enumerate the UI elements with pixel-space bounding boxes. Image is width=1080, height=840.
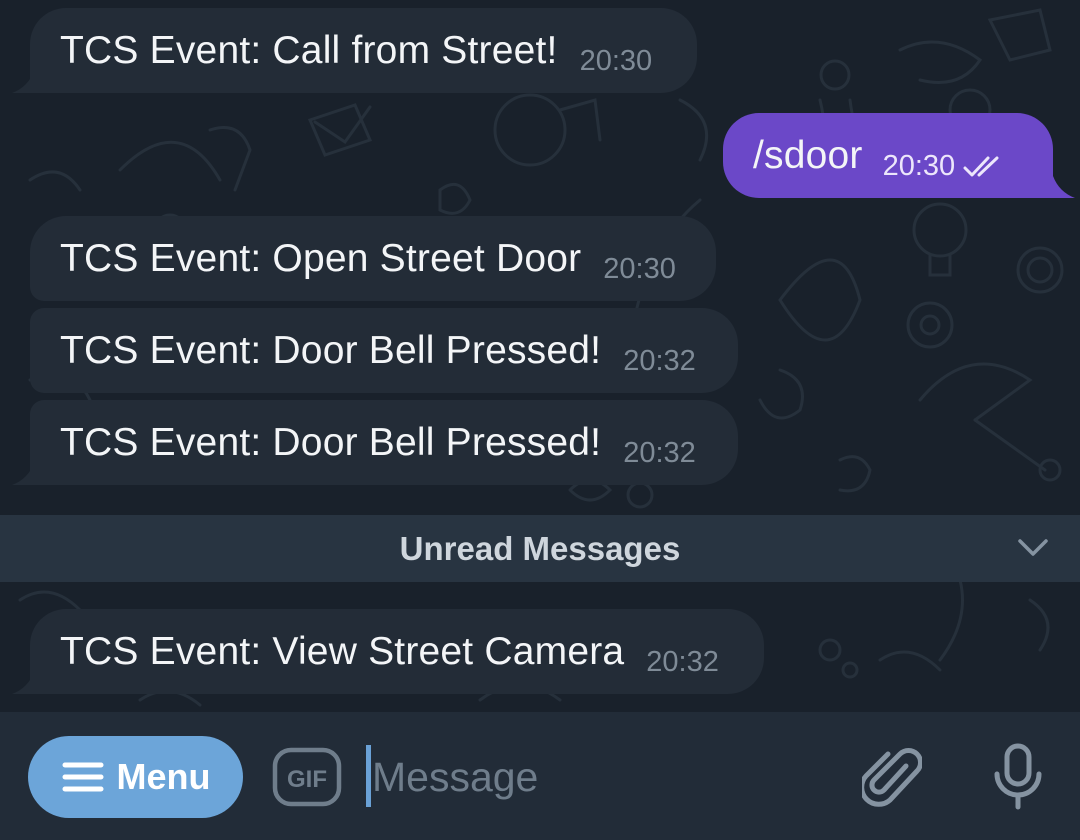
message-time: 20:30 [579, 45, 653, 77]
message-time: 20:30 [882, 150, 956, 182]
message-input[interactable] [372, 748, 832, 806]
double-check-read-icon [963, 156, 999, 176]
message-bubble[interactable]: TCS Event: Open Street Door 20:30 [30, 216, 716, 301]
message-bubble[interactable]: TCS Event: Call from Street! 20:30 [30, 8, 697, 93]
message-text: /sdoor [753, 133, 863, 177]
bot-menu-button[interactable]: Menu [28, 736, 243, 818]
message-text: TCS Event: Call from Street! [60, 28, 558, 72]
bubble-tail [12, 672, 34, 694]
outgoing-message-bubble[interactable]: /sdoor 20:30 [723, 113, 1053, 198]
gif-icon[interactable]: GIF [272, 747, 342, 807]
paperclip-icon[interactable] [862, 744, 922, 810]
bubble-tail [12, 71, 34, 93]
message-text: TCS Event: Door Bell Pressed! [60, 328, 602, 372]
microphone-icon[interactable] [990, 742, 1046, 812]
message-time: 20:30 [603, 253, 676, 285]
bubble-tail [12, 463, 34, 485]
unread-messages-divider: Unread Messages [0, 515, 1080, 582]
message-time: 20:32 [623, 345, 696, 377]
message-time: 20:32 [623, 437, 696, 469]
message-bubble[interactable]: TCS Event: View Street Camera 20:32 [30, 609, 764, 694]
chat-area: TCS Event: Call from Street! 20:30 /sdoo… [0, 0, 1080, 712]
text-cursor [366, 745, 371, 807]
bubble-tail [1053, 176, 1075, 198]
message-bubble[interactable]: TCS Event: Door Bell Pressed! 20:32 [30, 400, 738, 485]
message-text: TCS Event: Open Street Door [60, 236, 582, 280]
menu-lines-icon [62, 762, 103, 792]
message-time: 20:32 [646, 646, 719, 678]
unread-messages-label: Unread Messages [399, 529, 681, 567]
message-bubble[interactable]: TCS Event: Door Bell Pressed! 20:32 [30, 308, 738, 393]
chevron-down-icon[interactable] [1016, 535, 1050, 559]
gif-label: GIF [287, 766, 327, 793]
menu-label: Menu [116, 756, 211, 797]
message-text: TCS Event: Door Bell Pressed! [60, 420, 602, 464]
message-text: TCS Event: View Street Camera [60, 629, 625, 673]
